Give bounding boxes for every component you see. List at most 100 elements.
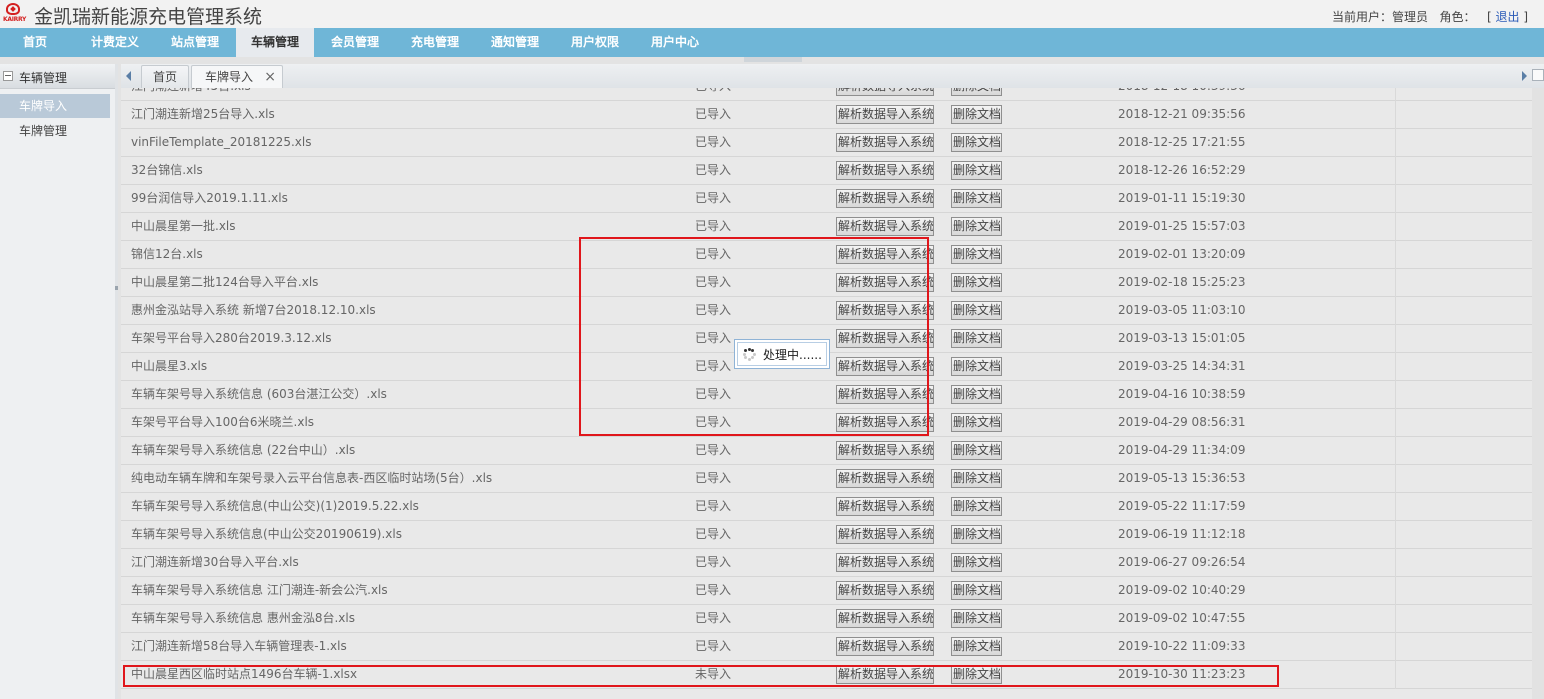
upload-time: 2019-05-22 11:17:59 — [1118, 499, 1246, 513]
parse-import-button[interactable]: 解析数据导入系统 — [836, 637, 934, 656]
upload-time: 2019-06-19 11:12:18 — [1118, 527, 1246, 541]
parse-import-button[interactable]: 解析数据导入系统 — [836, 497, 934, 516]
delete-document-button[interactable]: 删除文档 — [951, 357, 1002, 376]
file-name: 纯电动车辆车牌和车架号录入云平台信息表-西区临时站场(5台）.xls — [131, 471, 493, 485]
import-status: 已导入 — [695, 527, 732, 541]
tab-plate-import[interactable]: 车牌导入 × — [191, 65, 283, 89]
tab-scroll-left-icon[interactable] — [121, 64, 137, 88]
parse-import-button[interactable]: 解析数据导入系统 — [836, 189, 934, 208]
nav-station-management[interactable]: 站点管理 — [156, 28, 234, 57]
nav-vehicle-management[interactable]: 车辆管理 — [236, 28, 314, 57]
tab-home[interactable]: 首页 — [141, 65, 189, 89]
upload-time: 2019-03-05 11:03:10 — [1118, 303, 1246, 317]
upload-time: 2019-04-29 08:56:31 — [1118, 415, 1246, 429]
column-divider — [1395, 493, 1396, 521]
column-divider — [1395, 633, 1396, 661]
parse-import-button[interactable]: 解析数据导入系统 — [836, 105, 934, 124]
file-name: 车架号平台导入280台2019.3.12.xls — [131, 331, 332, 345]
nav-notice-management[interactable]: 通知管理 — [476, 28, 554, 57]
nav-billing-definition[interactable]: 计费定义 — [76, 28, 154, 57]
nav-user-center[interactable]: 用户中心 — [636, 28, 714, 57]
tab-scroll-right-icon[interactable] — [1518, 64, 1530, 88]
delete-document-button[interactable]: 删除文档 — [951, 245, 1002, 264]
parse-import-button[interactable]: 解析数据导入系统 — [836, 609, 934, 628]
delete-document-button[interactable]: 删除文档 — [951, 525, 1002, 544]
delete-document-button[interactable]: 删除文档 — [951, 301, 1002, 320]
parse-import-button[interactable]: 解析数据导入系统 — [836, 581, 934, 600]
sidebar-splitter[interactable] — [115, 64, 118, 699]
delete-document-button[interactable]: 删除文档 — [951, 609, 1002, 628]
sidebar-header[interactable]: 车辆管理 — [0, 64, 115, 89]
logout-bracket-close: ] — [1523, 10, 1528, 24]
parse-import-button[interactable]: 解析数据导入系统 — [836, 469, 934, 488]
delete-document-button[interactable]: 删除文档 — [951, 273, 1002, 292]
parse-import-button[interactable]: 解析数据导入系统 — [836, 88, 934, 96]
import-status: 已导入 — [695, 163, 732, 177]
collapse-icon[interactable] — [3, 71, 13, 81]
import-status: 已导入 — [695, 499, 732, 513]
upload-time: 2019-09-02 10:40:29 — [1118, 583, 1246, 597]
delete-document-button[interactable]: 删除文档 — [951, 217, 1002, 236]
logout-link[interactable]: 退出 — [1495, 10, 1519, 24]
nav-collapse-handle[interactable] — [744, 57, 802, 62]
parse-import-button[interactable]: 解析数据导入系统 — [836, 133, 934, 152]
vertical-scrollbar[interactable] — [1532, 88, 1544, 699]
column-divider — [1395, 213, 1396, 241]
delete-document-button[interactable]: 删除文档 — [951, 553, 1002, 572]
spinner-dot — [752, 352, 756, 356]
close-icon[interactable]: × — [264, 66, 276, 88]
logo-brand-text: KAIRRY — [3, 16, 26, 23]
delete-document-button[interactable]: 删除文档 — [951, 469, 1002, 488]
import-status: 已导入 — [695, 135, 732, 149]
nav-charging-management[interactable]: 充电管理 — [396, 28, 474, 57]
column-divider — [1395, 661, 1396, 689]
file-name: 中山晨星第二批124台导入平台.xls — [131, 275, 319, 289]
file-name: 车辆车架号导入系统信息 江门潮连-新会公汽.xls — [131, 583, 388, 597]
column-divider — [1395, 521, 1396, 549]
upload-time: 2019-02-01 13:20:09 — [1118, 247, 1246, 261]
nav-home[interactable]: 首页 — [0, 28, 70, 57]
file-name: 惠州金泓站导入系统 新增7台2018.12.10.xls — [131, 303, 376, 317]
parse-import-button[interactable]: 解析数据导入系统 — [836, 441, 934, 460]
delete-document-button[interactable]: 删除文档 — [951, 329, 1002, 348]
column-divider — [1395, 241, 1396, 269]
file-name: 中山晨星第一批.xls — [131, 219, 236, 233]
upload-time: 2019-02-18 15:25:23 — [1118, 275, 1246, 289]
column-divider — [1395, 353, 1396, 381]
delete-document-button[interactable]: 删除文档 — [951, 161, 1002, 180]
column-divider — [1395, 101, 1396, 129]
tab-bar: 首页 车牌导入 × — [121, 64, 1544, 89]
column-divider — [1395, 88, 1396, 101]
parse-import-button[interactable]: 解析数据导入系统 — [836, 525, 934, 544]
logout-bracket-open: [ — [1486, 10, 1492, 24]
sidebar-item-plate-management[interactable]: 车牌管理 — [0, 119, 110, 143]
nav-member-management[interactable]: 会员管理 — [316, 28, 394, 57]
delete-document-button[interactable]: 删除文档 — [951, 637, 1002, 656]
delete-document-button[interactable]: 删除文档 — [951, 441, 1002, 460]
parse-import-button[interactable]: 解析数据导入系统 — [836, 217, 934, 236]
delete-document-button[interactable]: 删除文档 — [951, 497, 1002, 516]
nav-user-permissions[interactable]: 用户权限 — [556, 28, 634, 57]
parse-import-button[interactable]: 解析数据导入系统 — [836, 553, 934, 572]
delete-document-button[interactable]: 删除文档 — [951, 189, 1002, 208]
delete-document-button[interactable]: 删除文档 — [951, 581, 1002, 600]
delete-document-button[interactable]: 删除文档 — [951, 413, 1002, 432]
delete-document-button[interactable]: 删除文档 — [951, 133, 1002, 152]
delete-document-button[interactable]: 删除文档 — [951, 105, 1002, 124]
file-name: 锦信12台.xls — [131, 247, 203, 261]
spinner-dot — [742, 352, 746, 356]
upload-time: 2019-05-13 15:36:53 — [1118, 471, 1246, 485]
delete-document-button[interactable]: 删除文档 — [951, 385, 1002, 404]
import-status: 已导入 — [695, 471, 732, 485]
parse-import-button[interactable]: 解析数据导入系统 — [836, 161, 934, 180]
table-row: 车辆车架号导入系统信息 (22台中山）.xls 已导入 解析数据导入系统 删除文档 20… — [121, 437, 1532, 465]
tab-menu-icon[interactable] — [1532, 69, 1544, 81]
import-status: 已导入 — [695, 88, 731, 100]
sidebar-item-plate-import[interactable]: 车牌导入 — [0, 94, 110, 118]
delete-document-button[interactable]: 删除文档 — [951, 88, 1002, 96]
current-user-label: 当前用户： — [1332, 10, 1393, 24]
file-name: vinFileTemplate_20181225.xls — [131, 135, 312, 149]
file-name: 江门潮连新增58台导入车辆管理表-1.xls — [131, 639, 347, 653]
import-status: 已导入 — [695, 107, 732, 121]
spinner-dot — [747, 357, 751, 361]
